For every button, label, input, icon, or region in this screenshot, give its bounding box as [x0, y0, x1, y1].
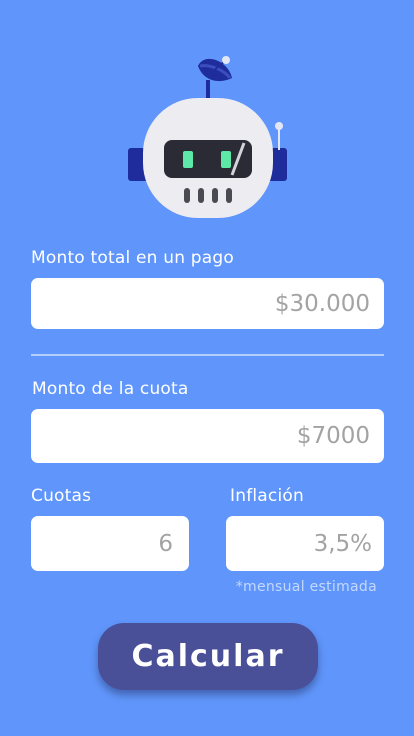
- cuotas-label: Cuotas: [31, 486, 92, 506]
- monto-cuota-label: Monto de la cuota: [32, 379, 189, 399]
- inflacion-input[interactable]: [226, 516, 384, 571]
- inflacion-note: *mensual estimada: [235, 579, 377, 595]
- monto-total-label: Monto total en un pago: [31, 248, 234, 268]
- inflacion-label: Inflación: [230, 486, 304, 506]
- monto-total-input[interactable]: [31, 278, 384, 329]
- divider: [31, 354, 384, 356]
- calcular-button[interactable]: Calcular: [98, 623, 318, 690]
- robot-logo-icon: [128, 56, 287, 218]
- cuotas-input[interactable]: [31, 516, 189, 571]
- monto-cuota-input[interactable]: [31, 409, 384, 463]
